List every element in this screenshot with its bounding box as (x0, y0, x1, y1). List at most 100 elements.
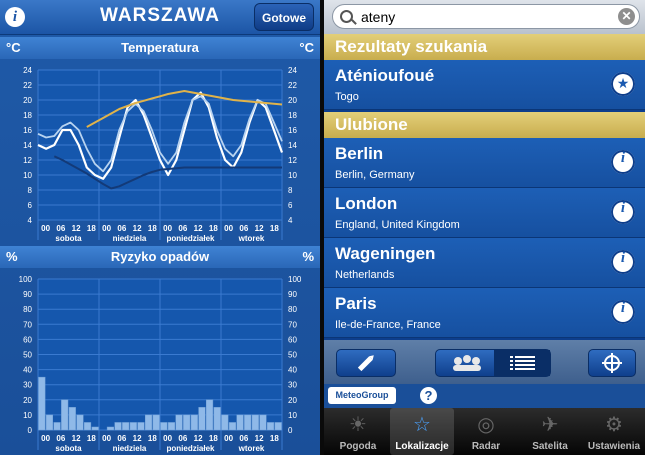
rain-bar (244, 414, 252, 431)
rain-bar (213, 407, 221, 431)
star-icon[interactable]: ★ (611, 72, 635, 96)
results-header: Rezultaty szukania (324, 34, 645, 60)
search-bar: ateny ✕ (324, 0, 645, 35)
locate-button[interactable] (588, 349, 636, 377)
info-icon[interactable]: i (611, 300, 635, 324)
y-tick-label-right: 8 (288, 186, 293, 195)
y-tick-label-left: 10 (23, 411, 32, 420)
list-item-favorite[interactable]: Berlin Berlin, Germany i (324, 138, 645, 188)
y-tick-label-right: 60 (288, 335, 297, 344)
pencil-icon (357, 355, 374, 372)
search-input[interactable]: ateny ✕ (332, 4, 640, 29)
y-tick-label-left: 80 (23, 305, 32, 314)
location-sub: Togo (335, 91, 359, 103)
x-tick-label: 00 (41, 434, 50, 443)
nav-bar: i WARSZAWA Gotowe (0, 0, 320, 35)
y-tick-label-right: 40 (288, 366, 297, 375)
rain-bar (206, 399, 214, 431)
y-tick-label-left: 6 (28, 201, 33, 210)
x-tick-label: 00 (163, 224, 172, 233)
help-icon[interactable]: ? (420, 387, 437, 404)
y-tick-label-right: 16 (288, 126, 297, 135)
done-button[interactable]: Gotowe (254, 3, 314, 31)
info-icon[interactable]: i (611, 150, 635, 174)
meteogroup-logo[interactable]: MeteoGroup (328, 387, 396, 404)
tab-lokalizacje[interactable]: ☆ Lokalizacje (390, 408, 454, 455)
locations-list[interactable]: Rezultaty szukania Aténioufoué Togo ★ Ul… (324, 34, 645, 340)
y-tick-label-right: 90 (288, 290, 297, 299)
rain-bar (137, 422, 145, 431)
list-item-favorite[interactable]: London England, United Kingdom i (324, 188, 645, 238)
location-name: London (335, 194, 398, 213)
y-tick-label-left: 24 (23, 66, 32, 75)
location-name: Aténioufoué (335, 66, 435, 85)
view-segment-art (453, 350, 550, 376)
x-tick-label: 06 (56, 434, 65, 443)
rain-bar (167, 422, 175, 431)
rain-bar (122, 422, 130, 431)
rain-chart: 100 10090 9080 8070 7060 6050 5040 4030 3020 2010… (19, 275, 302, 453)
rain-bar (91, 426, 99, 431)
favorites-header: Ulubione (324, 112, 645, 138)
tab-radar[interactable]: ◎ Radar (454, 408, 518, 455)
radar-icon: ◎ (477, 414, 495, 436)
y-tick-label-left: 22 (23, 81, 32, 90)
group-icon (453, 355, 481, 371)
x-tick-label: 18 (270, 224, 279, 233)
y-tick-label-left: 30 (23, 381, 32, 390)
tab-ustawienia[interactable]: ⚙ Ustawienia (582, 408, 645, 455)
rain-unit-right: % (302, 249, 314, 264)
temperature-title: Temperatura (121, 40, 199, 55)
tab-pogoda[interactable]: ☀ Pogoda (326, 408, 390, 455)
x-tick-label: 06 (178, 224, 187, 233)
day-label: poniedziałek (166, 444, 215, 453)
x-tick-label: 00 (102, 434, 111, 443)
y-tick-label-right: 20 (288, 96, 297, 105)
info-icon[interactable]: i (611, 250, 635, 274)
y-tick-label-right: 10 (288, 411, 297, 420)
rain-bar (152, 414, 160, 431)
location-name: Paris (335, 294, 377, 313)
x-tick-label: 06 (239, 434, 248, 443)
tab-label: Lokalizacje (395, 441, 449, 452)
rain-bar (106, 426, 114, 431)
rain-bar (175, 414, 183, 431)
list-item-favorite[interactable]: Paris Ile-de-France, France i (324, 288, 645, 338)
y-tick-label-right: 70 (288, 320, 297, 329)
rain-bar (45, 414, 53, 431)
clear-icon[interactable]: ✕ (618, 8, 635, 25)
x-tick-label: 06 (56, 224, 65, 233)
info-icon[interactable]: i (5, 7, 25, 27)
x-tick-label: 12 (133, 434, 142, 443)
x-tick-label: 12 (255, 224, 264, 233)
y-tick-label-right: 20 (288, 396, 297, 405)
y-tick-label-right: 24 (288, 66, 297, 75)
rain-bar (76, 414, 84, 431)
x-tick-label: 00 (224, 224, 233, 233)
view-segment[interactable] (435, 349, 551, 377)
tab-label: Pogoda (339, 441, 377, 452)
rain-title: Ryzyko opadów (110, 249, 210, 264)
x-tick-label: 12 (255, 434, 264, 443)
y-tick-label-left: 18 (23, 111, 32, 120)
x-tick-label: 00 (163, 434, 172, 443)
y-tick-label-right: 6 (288, 201, 293, 210)
edit-button[interactable] (336, 349, 396, 377)
x-tick-label: 18 (148, 224, 157, 233)
y-tick-label-right: 4 (288, 216, 293, 225)
y-tick-label-left: 100 (19, 275, 33, 284)
list-item-favorite[interactable]: Wageningen Netherlands i (324, 238, 645, 288)
x-tick-label: 18 (87, 224, 96, 233)
info-icon[interactable]: i (611, 200, 635, 224)
weather-detail-panel: i WARSZAWA Gotowe °C Temperatura °C 24 24… (0, 0, 320, 455)
y-tick-label-left: 10 (23, 171, 32, 180)
rain-bar (259, 414, 267, 431)
tab-label: Satelita (532, 441, 568, 452)
x-tick-label: 12 (133, 224, 142, 233)
search-value[interactable]: ateny (361, 9, 395, 25)
y-tick-label-left: 40 (23, 366, 32, 375)
list-item-result[interactable]: Aténioufoué Togo ★ (324, 60, 645, 110)
rain-bar (129, 422, 137, 431)
tab-satelita[interactable]: ✈ Satelita (518, 408, 582, 455)
x-tick-label: 18 (148, 434, 157, 443)
